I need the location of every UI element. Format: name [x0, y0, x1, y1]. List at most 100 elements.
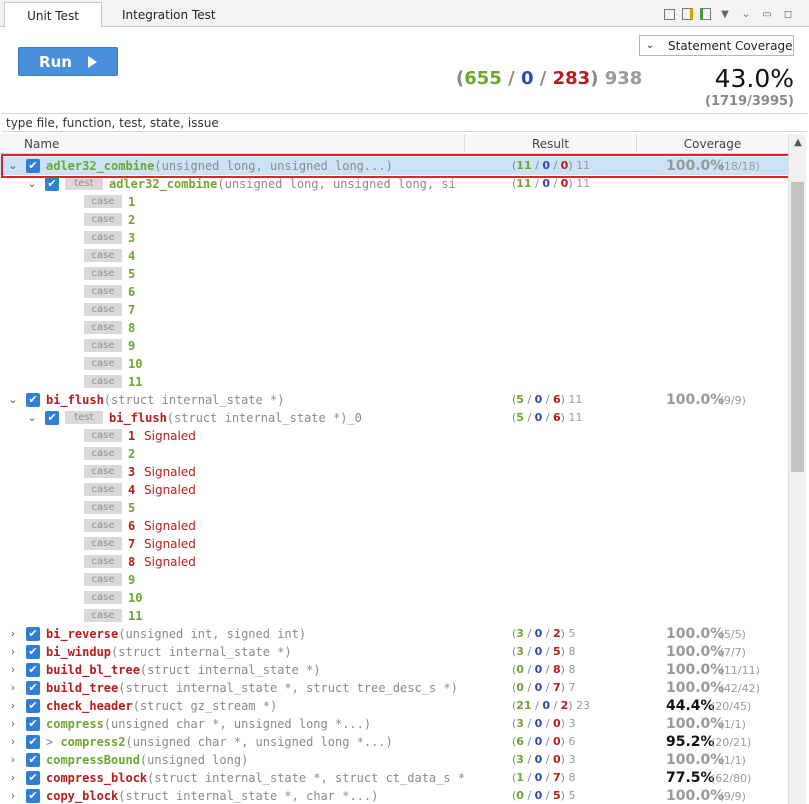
case-row[interactable]: case 4 Signaled: [0, 481, 788, 499]
function-row[interactable]: › ✔ compressBound(unsigned long) (3 / 0 / 0…: [0, 751, 788, 769]
tab-integration-test[interactable]: Integration Test: [108, 2, 230, 28]
function-row[interactable]: ⌄ ✔ bi_flush(struct internal_state *) (5 / …: [0, 391, 788, 409]
function-row[interactable]: › ✔ check_header(struct gz_stream *) (21 / …: [0, 697, 788, 715]
checkbox-checked[interactable]: ✔: [26, 393, 40, 407]
export-icon[interactable]: [700, 8, 711, 20]
tab-unit-test[interactable]: Unit Test: [4, 2, 102, 28]
column-name[interactable]: Name: [24, 134, 59, 154]
column-coverage[interactable]: Coverage: [636, 134, 788, 154]
case-row[interactable]: case 2: [0, 445, 788, 463]
checkbox-checked[interactable]: ✔: [45, 411, 59, 425]
collapse-all-icon[interactable]: [664, 8, 675, 20]
case-row[interactable]: case 5: [0, 499, 788, 517]
checkbox-checked[interactable]: ✔: [26, 645, 40, 659]
function-row[interactable]: › ✔ build_tree(struct internal_state *, st…: [0, 679, 788, 697]
case-row[interactable]: case 2: [0, 211, 788, 229]
case-number: 11: [128, 375, 143, 389]
case-row[interactable]: case 9: [0, 571, 788, 589]
expand-icon[interactable]: ›: [7, 699, 19, 713]
sep: /: [523, 735, 535, 748]
function-row[interactable]: › ✔ build_bl_tree(struct internal_state *)…: [0, 661, 788, 679]
coverage-percent: 95.2%: [666, 734, 715, 750]
collapse-icon[interactable]: ⌄: [7, 393, 19, 407]
maximize-icon[interactable]: ◻: [781, 7, 795, 21]
checkbox-checked[interactable]: ✔: [26, 627, 40, 641]
case-row[interactable]: case 1 Signaled: [0, 427, 788, 445]
collapse-icon[interactable]: ⌄: [26, 411, 38, 425]
expand-icon[interactable]: ›: [7, 771, 19, 785]
filter-icon[interactable]: [682, 8, 693, 20]
result-total: 8: [564, 771, 576, 784]
checkbox-checked[interactable]: ✔: [26, 753, 40, 767]
case-number: 11: [128, 609, 143, 623]
function-row[interactable]: › ✔ bi_reverse(unsigned int, signed int) (3…: [0, 625, 788, 643]
vertical-scrollbar[interactable]: ▲: [788, 134, 806, 804]
test-name: bi_flush(struct internal_state *)_0: [109, 411, 362, 425]
collapse-icon[interactable]: ⌄: [7, 159, 19, 173]
checkbox-checked[interactable]: ✔: [26, 717, 40, 731]
expand-icon[interactable]: ›: [7, 645, 19, 659]
expand-icon[interactable]: ›: [7, 789, 19, 803]
scroll-thumb[interactable]: [791, 182, 804, 472]
case-row[interactable]: case 1: [0, 193, 788, 211]
scroll-up-icon[interactable]: ▲: [789, 134, 807, 152]
case-badge: case: [84, 285, 122, 298]
case-row[interactable]: case 8: [0, 319, 788, 337]
function-row[interactable]: › ✔ > compress2(unsigned char *, unsigned …: [0, 733, 788, 751]
case-row[interactable]: case 11: [0, 607, 788, 625]
filter-input[interactable]: type file, function, test, state, issue: [2, 113, 807, 132]
collapse-icon[interactable]: ⌄: [26, 177, 38, 191]
coverage-ratio: (42/42): [719, 682, 760, 695]
function-row[interactable]: › ✔ copy_block(struct internal_state *, ch…: [0, 787, 788, 804]
test-row[interactable]: ⌄ ✔ test adler32_combine(unsigned long, uns…: [0, 175, 788, 193]
case-row[interactable]: case 6 Signaled: [0, 517, 788, 535]
column-result[interactable]: Result: [464, 134, 636, 154]
coverage-percent: 100.0%: [666, 158, 725, 174]
case-row[interactable]: case 11: [0, 373, 788, 391]
result-blue: 0: [542, 699, 550, 712]
function-row[interactable]: ⌄ ✔ adler32_combine(unsigned long, unsigne…: [0, 157, 788, 175]
checkbox-checked[interactable]: ✔: [26, 681, 40, 695]
case-row[interactable]: case 6: [0, 283, 788, 301]
coverage-percent: 100.0%: [666, 680, 725, 696]
case-row[interactable]: case 9: [0, 337, 788, 355]
function-row[interactable]: › ✔ compress(unsigned char *, unsigned lon…: [0, 715, 788, 733]
case-row[interactable]: case 3 Signaled: [0, 463, 788, 481]
checkbox-checked[interactable]: ✔: [26, 789, 40, 803]
checkbox-checked[interactable]: ✔: [26, 663, 40, 677]
expand-icon[interactable]: ›: [7, 735, 19, 749]
minimize-icon[interactable]: ▭: [760, 7, 774, 21]
case-row[interactable]: case 10: [0, 355, 788, 373]
checkbox-checked[interactable]: ✔: [26, 735, 40, 749]
coverage-ratio: (1/1): [719, 718, 746, 731]
function-row[interactable]: › ✔ bi_windup(struct internal_state *) (3 /…: [0, 643, 788, 661]
view-menu-icon[interactable]: ⌄: [739, 7, 753, 21]
expand-icon[interactable]: ›: [7, 717, 19, 731]
result-counts: (11 / 0 / 0) 11: [512, 157, 590, 175]
coverage-percent: 100.0%: [666, 752, 725, 768]
coverage-ratio: (20/45): [711, 700, 752, 713]
case-row[interactable]: case 7 Signaled: [0, 535, 788, 553]
expand-icon[interactable]: ›: [7, 681, 19, 695]
test-name: adler32_combine(unsigned long, unsigned …: [109, 177, 456, 191]
expand-icon[interactable]: ›: [7, 663, 19, 677]
expand-icon[interactable]: ›: [7, 627, 19, 641]
case-row[interactable]: case 10: [0, 589, 788, 607]
result-passed: 3: [516, 627, 524, 640]
case-row[interactable]: case 8 Signaled: [0, 553, 788, 571]
case-row[interactable]: case 3: [0, 229, 788, 247]
run-button[interactable]: Run: [18, 47, 118, 76]
function-row[interactable]: › ✔ compress_block(struct internal_state *…: [0, 769, 788, 787]
coverage-type-select[interactable]: ⌄ Statement Coverage: [639, 35, 794, 56]
checkbox-checked[interactable]: ✔: [26, 699, 40, 713]
case-row[interactable]: case 4: [0, 247, 788, 265]
test-row[interactable]: ⌄ ✔ test bi_flush(struct internal_state *)_…: [0, 409, 788, 427]
function-name: bi_reverse(unsigned int, signed int): [46, 627, 307, 641]
case-row[interactable]: case 7: [0, 301, 788, 319]
dropdown-icon[interactable]: ▼: [718, 7, 732, 21]
checkbox-checked[interactable]: ✔: [26, 159, 40, 173]
checkbox-checked[interactable]: ✔: [45, 177, 59, 191]
expand-icon[interactable]: ›: [7, 753, 19, 767]
case-row[interactable]: case 5: [0, 265, 788, 283]
checkbox-checked[interactable]: ✔: [26, 771, 40, 785]
